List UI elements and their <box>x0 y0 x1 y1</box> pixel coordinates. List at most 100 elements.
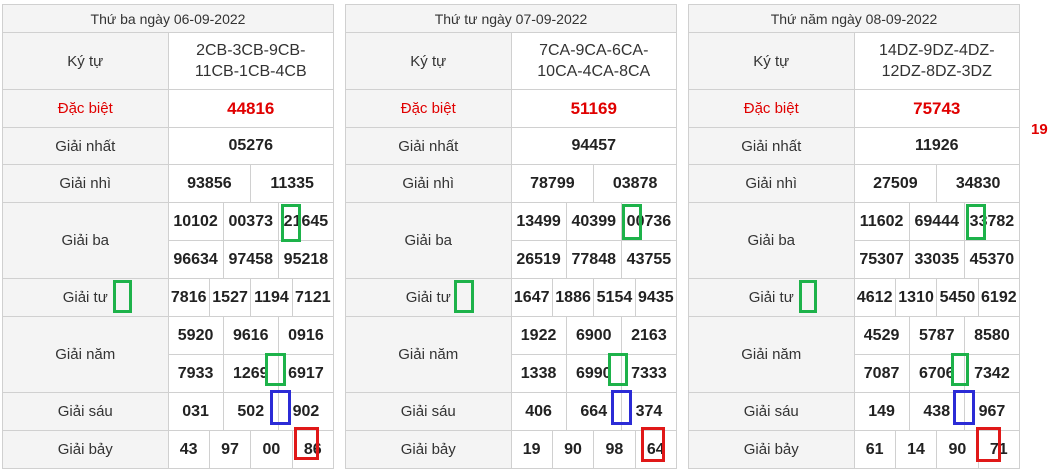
second-prize-cell: 78799 03878 <box>510 164 677 203</box>
sixth-prize-group: 406 664 374 <box>512 393 677 430</box>
sixth-prize-number: 902 <box>277 393 333 430</box>
fourth-prize-number: 9435 <box>634 279 676 316</box>
second-prize-number: 03878 <box>593 165 676 202</box>
third-prize-number: 33035 <box>908 241 964 278</box>
third-prize-group: 11602 69444 33782 <box>855 203 1020 240</box>
seventh-prize-number: 00 <box>250 431 291 468</box>
fifth-prize-number: 0916 <box>277 317 333 354</box>
third-prize-cell: 11602 69444 33782 <box>853 202 1020 241</box>
third-prize-number: 11602 <box>859 212 904 230</box>
fourth-prize-number: 1647 <box>513 288 550 306</box>
third-prize-group: 26519 77848 43755 <box>512 241 677 278</box>
third-prize-group: 13499 40399 00736 <box>512 203 677 240</box>
fourth-prize-group: 1647 1886 5154 9435 <box>512 279 677 316</box>
prize-label-db: Đặc biệt <box>345 89 512 128</box>
first-prize-number: 11926 <box>853 127 1020 165</box>
fifth-prize-number: 1922 <box>520 326 557 344</box>
third-prize-number: 95218 <box>277 241 333 278</box>
fourth-prize-cell: 7816 1527 1194 7121 <box>167 278 334 317</box>
result-panel-3: Thứ năm ngày 08-09-2022 Ký tự 14DZ-9DZ-4DZ… <box>688 4 1020 469</box>
seventh-prize-number: 64 <box>634 431 676 468</box>
third-prize-cell: 75307 33035 45370 <box>853 240 1020 279</box>
second-prize-number: 93856 <box>187 174 232 192</box>
draw-date: Thứ ba ngày 06-09-2022 <box>2 4 334 33</box>
fifth-prize-group: 1338 6990 7333 <box>512 355 677 392</box>
seventh-prize-number: 43 <box>179 440 198 458</box>
fourth-prize-number: 1527 <box>208 279 250 316</box>
special-prize-number: 75743 <box>853 89 1020 128</box>
prize-label-g3: Giải ba <box>345 202 512 279</box>
prize-label-g5: Giải năm <box>2 316 169 393</box>
third-prize-number: 97458 <box>222 241 278 278</box>
second-prize-number: 11335 <box>250 165 333 202</box>
result-panel-1: Thứ ba ngày 06-09-2022 Ký tự 2CB-3CB-9CB-1… <box>2 4 334 469</box>
sixth-prize-number: 149 <box>868 402 895 420</box>
fifth-prize-number: 9616 <box>222 317 278 354</box>
fifth-prize-number: 1338 <box>520 364 557 382</box>
third-prize-number: 96634 <box>173 250 218 268</box>
seventh-prize-number: 14 <box>894 431 936 468</box>
prize-label-kytu: Ký tự <box>345 32 512 90</box>
prize-label-g6: Giải sáu <box>688 392 855 431</box>
third-prize-number: 43755 <box>620 241 676 278</box>
seventh-prize-number: 86 <box>291 431 333 468</box>
prize-label-g5: Giải năm <box>688 316 855 393</box>
prize-label-g4: Giải tư <box>688 278 855 317</box>
fifth-prize-group: 1922 6900 2163 <box>512 317 677 354</box>
third-prize-cell: 10102 00373 21645 <box>167 202 334 241</box>
third-prize-number: 13499 <box>516 212 561 230</box>
fifth-prize-number: 6900 <box>565 317 621 354</box>
third-prize-number: 45370 <box>963 241 1019 278</box>
third-prize-number: 10102 <box>173 212 218 230</box>
sixth-prize-number: 967 <box>963 393 1019 430</box>
seventh-prize-cell: 61 14 90 71 <box>853 430 1020 469</box>
fifth-prize-cell: 1922 6900 2163 <box>510 316 677 355</box>
fourth-prize-number: 1886 <box>551 279 593 316</box>
prize-label-g5: Giải năm <box>345 316 512 393</box>
seventh-prize-group: 19 90 98 64 <box>512 431 677 468</box>
prize-label-g2: Giải nhì <box>345 164 512 203</box>
sixth-prize-group: 149 438 967 <box>855 393 1020 430</box>
second-prize-cell: 27509 34830 <box>853 164 1020 203</box>
fourth-prize-number: 1194 <box>250 279 291 316</box>
first-prize-number: 05276 <box>167 127 334 165</box>
fifth-prize-number: 8580 <box>963 317 1019 354</box>
fifth-prize-number: 2163 <box>620 317 676 354</box>
fourth-prize-number: 4612 <box>856 288 893 306</box>
seventh-prize-cell: 19 90 98 64 <box>510 430 677 469</box>
code-sequence: 2CB-3CB-9CB-11CB-1CB-4CB <box>167 32 334 90</box>
second-prize-cell: 93856 11335 <box>167 164 334 203</box>
fifth-prize-number: 6917 <box>277 355 333 392</box>
fifth-prize-group: 4529 5787 8580 <box>855 317 1020 354</box>
third-prize-cell: 13499 40399 00736 <box>510 202 677 241</box>
prize-label-kytu: Ký tự <box>2 32 169 90</box>
prize-label-db: Đặc biệt <box>2 89 169 128</box>
seventh-prize-number: 90 <box>551 431 593 468</box>
sixth-prize-number: 664 <box>565 393 621 430</box>
fifth-prize-number: 1269 <box>222 355 278 392</box>
fifth-prize-number: 6706 <box>908 355 964 392</box>
fourth-prize-number: 7121 <box>291 279 333 316</box>
third-prize-number: 75307 <box>859 250 904 268</box>
draw-date: Thứ năm ngày 08-09-2022 <box>688 4 1020 33</box>
second-prize-number: 34830 <box>936 165 1019 202</box>
fifth-prize-number: 5920 <box>177 326 214 344</box>
fifth-prize-number: 7342 <box>963 355 1019 392</box>
prize-label-g6: Giải sáu <box>345 392 512 431</box>
third-prize-cell: 26519 77848 43755 <box>510 240 677 279</box>
fourth-prize-cell: 4612 1310 5450 6192 <box>853 278 1020 317</box>
fifth-prize-cell: 5920 9616 0916 <box>167 316 334 355</box>
seventh-prize-cell: 43 97 00 86 <box>167 430 334 469</box>
fifth-prize-cell: 7933 1269 6917 <box>167 354 334 393</box>
sixth-prize-cell: 406 664 374 <box>510 392 677 431</box>
prize-label-g1: Giải nhất <box>345 127 512 165</box>
side-note: 19 <box>1031 121 1048 138</box>
second-prize-group: 27509 34830 <box>855 165 1020 202</box>
second-prize-group: 78799 03878 <box>512 165 677 202</box>
seventh-prize-number: 19 <box>522 440 541 458</box>
fourth-prize-cell: 1647 1886 5154 9435 <box>510 278 677 317</box>
prize-label-g7: Giải bảy <box>688 430 855 469</box>
sixth-prize-cell: 149 438 967 <box>853 392 1020 431</box>
prize-label-g7: Giải bảy <box>345 430 512 469</box>
third-prize-group: 10102 00373 21645 <box>169 203 334 240</box>
